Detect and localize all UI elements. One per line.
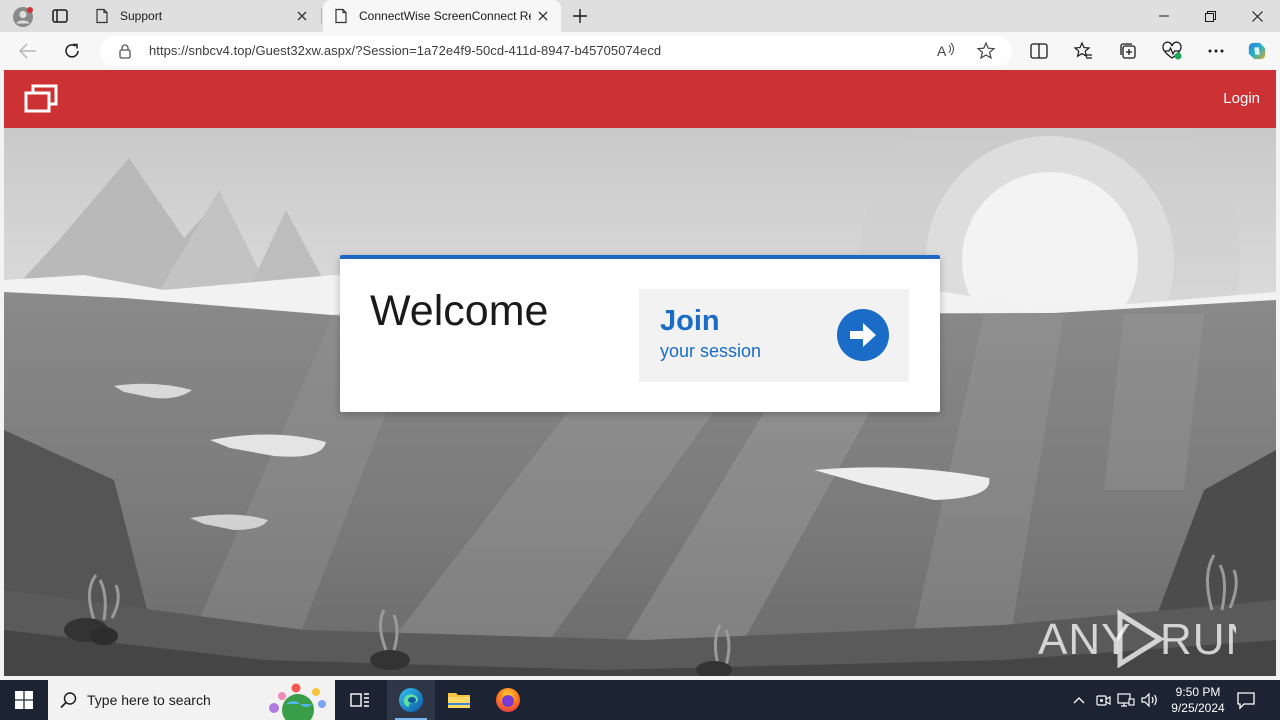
firefox-button[interactable] [484, 680, 532, 720]
tab-screenconnect[interactable]: ConnectWise ScreenConnect Remote Support [323, 0, 561, 32]
heart-pulse-icon[interactable] [1162, 41, 1182, 61]
chevron-up-icon[interactable] [1070, 690, 1088, 710]
meet-now-icon[interactable] [1094, 690, 1112, 710]
search-placeholder: Type here to search [87, 692, 211, 708]
page-icon [333, 8, 349, 24]
close-window-button[interactable] [1234, 0, 1280, 32]
edge-icon [399, 688, 423, 712]
search-highlight-illustration [260, 682, 332, 720]
refresh-button[interactable] [59, 38, 85, 64]
collections-icon[interactable] [1118, 41, 1138, 61]
back-arrow-icon [19, 43, 36, 59]
windows-logo-icon [15, 691, 33, 709]
minimize-button[interactable] [1141, 0, 1187, 32]
browser-toolbar: https://snbcv4.top/Guest32xw.aspx/?Sessi… [0, 32, 1280, 70]
clock-time: 9:50 PM [1175, 685, 1221, 699]
folder-icon [448, 693, 470, 708]
address-bar[interactable]: https://snbcv4.top/Guest32xw.aspx/?Sessi… [100, 36, 1012, 66]
close-icon [1251, 10, 1263, 22]
close-icon[interactable] [290, 4, 314, 28]
svg-text:RUN: RUN [1160, 615, 1236, 664]
edge-taskbar-button[interactable] [387, 680, 435, 720]
tab-title: ConnectWise ScreenConnect Remote Support [359, 9, 531, 23]
site-header: Login [4, 70, 1276, 128]
new-tab-button[interactable] [568, 4, 592, 28]
welcome-title: Welcome [370, 287, 549, 335]
volume-icon[interactable] [1141, 690, 1159, 710]
join-session-button[interactable]: Join your session [639, 289, 909, 382]
svg-text:A: A [937, 43, 947, 59]
anyrun-watermark: ANY RUN [1036, 608, 1236, 668]
login-link[interactable]: Login [1223, 90, 1260, 107]
tab-strip: Support ConnectWise ScreenConnect Remote… [0, 0, 1280, 32]
arrow-right-circle-icon[interactable] [837, 309, 889, 361]
firefox-icon [496, 688, 520, 712]
taskbar-search[interactable]: Type here to search [48, 680, 335, 720]
plus-icon [573, 9, 587, 23]
clock-date: 9/25/2024 [1171, 701, 1225, 715]
start-button[interactable] [0, 680, 48, 720]
copilot-icon[interactable] [1247, 41, 1267, 61]
network-icon[interactable] [1117, 690, 1135, 710]
task-view-icon [350, 693, 369, 707]
page-viewport: Login Welcome Join your session ANY RUN [4, 70, 1276, 676]
system-clock[interactable]: 9:50 PM 9/25/2024 [1162, 684, 1234, 716]
page-icon [94, 8, 110, 24]
minimize-icon [1159, 15, 1169, 17]
more-icon[interactable] [1206, 41, 1226, 61]
url-text[interactable]: https://snbcv4.top/Guest32xw.aspx/?Sessi… [149, 43, 661, 58]
svg-text:ANY: ANY [1038, 615, 1131, 664]
restore-icon [1204, 10, 1216, 22]
read-aloud-icon[interactable]: A [936, 42, 956, 60]
back-button[interactable] [15, 38, 41, 64]
star-icon[interactable] [976, 41, 996, 61]
restore-button[interactable] [1187, 0, 1233, 32]
task-view-button[interactable] [336, 680, 384, 720]
join-title: Join [660, 305, 720, 337]
tab-title: Support [120, 9, 163, 23]
file-explorer-button[interactable] [435, 680, 483, 720]
screenconnect-logo [24, 84, 58, 114]
lock-icon[interactable] [117, 43, 133, 59]
notification-icon[interactable] [1236, 690, 1258, 710]
welcome-card: Welcome Join your session [340, 255, 940, 412]
tab-separator [321, 8, 322, 24]
profile-icon[interactable] [12, 6, 34, 28]
tab-support[interactable]: Support [84, 0, 320, 32]
windows-taskbar: Type here to search 9:50 PM 9/25/2024 [0, 680, 1280, 720]
join-subtitle: your session [660, 341, 762, 361]
close-icon[interactable] [531, 4, 555, 28]
favorites-icon[interactable] [1073, 41, 1093, 61]
tab-actions-icon[interactable] [50, 6, 70, 26]
search-icon [60, 691, 78, 709]
split-screen-icon[interactable] [1029, 41, 1049, 61]
refresh-icon [65, 43, 79, 58]
